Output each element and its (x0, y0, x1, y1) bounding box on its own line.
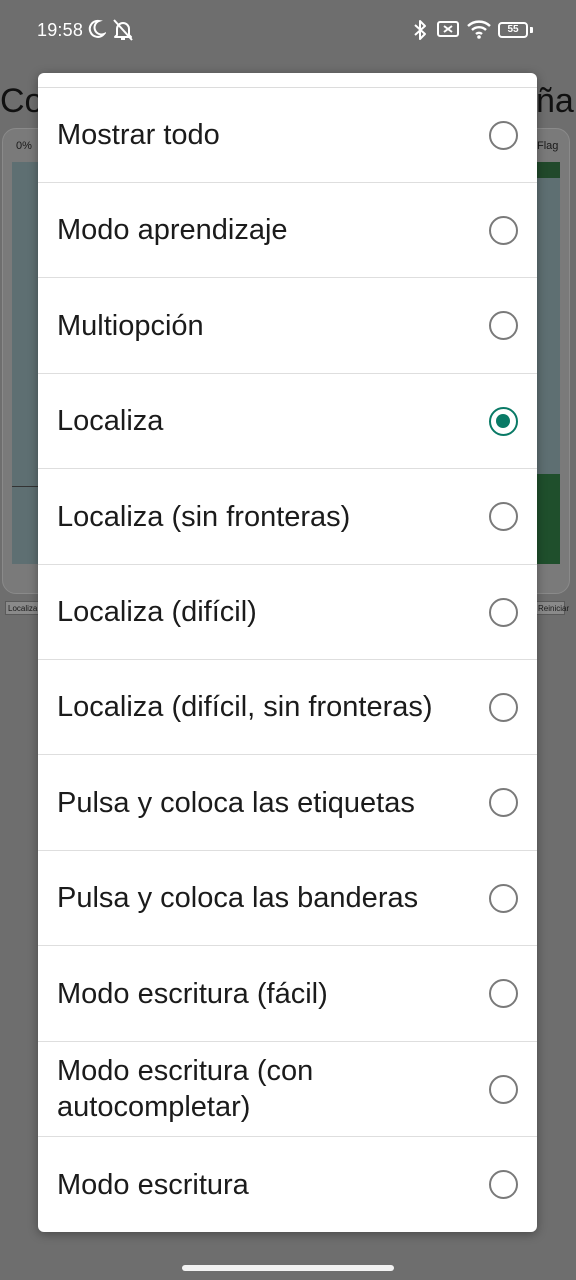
option-label: Localiza (57, 405, 164, 438)
battery-tip (530, 27, 533, 33)
radio-unchecked-icon[interactable] (489, 215, 518, 245)
radio-unchecked-icon[interactable] (489, 979, 518, 1009)
background-title-start: Co (0, 82, 44, 120)
option-label: Modo escritura (57, 1168, 249, 1201)
background-map-green-top (536, 162, 560, 178)
option-row[interactable]: Modo escritura (38, 1137, 537, 1232)
radio-unchecked-icon[interactable] (489, 692, 518, 722)
option-row[interactable]: Localiza (sin fronteras) (38, 470, 537, 565)
option-row[interactable]: Multiopción (38, 279, 537, 374)
status-bar: 19:58 55 (0, 0, 576, 64)
option-row[interactable]: Localiza (38, 374, 537, 470)
option-label: Modo escritura (fácil) (57, 977, 328, 1010)
radio-unchecked-icon[interactable] (489, 1170, 518, 1200)
radio-checked-icon[interactable] (489, 406, 518, 436)
wifi-icon (467, 20, 491, 39)
background-reiniciar-button: Reiniciar (535, 601, 569, 615)
option-label: Localiza (difícil, sin fronteras) (57, 691, 433, 724)
option-label: Localiza (sin fronteras) (57, 500, 351, 533)
option-label: Multiopción (57, 309, 204, 342)
option-label: Modo aprendizaje (57, 214, 288, 247)
mode-selection-dialog: Mostrar todo Modo aprendizaje Multiopción L… (38, 73, 537, 1232)
radio-unchecked-icon[interactable] (489, 788, 518, 818)
radio-unchecked-icon[interactable] (489, 120, 518, 150)
option-row[interactable]: Modo escritura (con autocompletar) (38, 1042, 537, 1137)
option-row[interactable]: Modo escritura (fácil) (38, 947, 537, 1042)
background-title-end: ña (536, 82, 574, 120)
background-progress-label: 0% (16, 140, 32, 152)
bell-off-icon (113, 19, 133, 41)
option-row[interactable]: Modo aprendizaje (38, 183, 537, 279)
radio-unchecked-icon[interactable] (489, 311, 518, 341)
option-row[interactable]: Localiza (difícil) (38, 565, 537, 660)
option-label: Mostrar todo (57, 119, 220, 151)
bluetooth-icon (414, 20, 426, 40)
radio-unchecked-icon[interactable] (489, 502, 518, 532)
radio-unchecked-icon[interactable] (489, 883, 518, 913)
option-row[interactable]: Mostrar todo (38, 88, 537, 183)
option-label: Pulsa y coloca las banderas (57, 882, 419, 915)
radio-unchecked-icon[interactable] (489, 1074, 518, 1104)
option-row[interactable]: Pulsa y coloca las banderas (38, 851, 537, 947)
sim-x-icon (437, 21, 459, 37)
option-label: Pulsa y coloca las etiquetas (57, 786, 415, 819)
option-row[interactable]: Localiza (difícil, sin fronteras) (38, 660, 537, 756)
option-label: Modo escritura (con autocompletar) (57, 1055, 314, 1123)
background-flag-label: Flag (537, 140, 559, 152)
battery-icon: 55 (498, 22, 528, 38)
gesture-nav-handle[interactable] (182, 1265, 394, 1271)
radio-unchecked-icon[interactable] (489, 597, 518, 627)
status-time: 19:58 (37, 20, 84, 40)
background-localiza-button: Localiza (5, 601, 39, 615)
option-row[interactable]: Pulsa y coloca las etiquetas (38, 756, 537, 851)
option-label: Localiza (difícil) (57, 596, 257, 628)
moon-icon (88, 19, 106, 38)
